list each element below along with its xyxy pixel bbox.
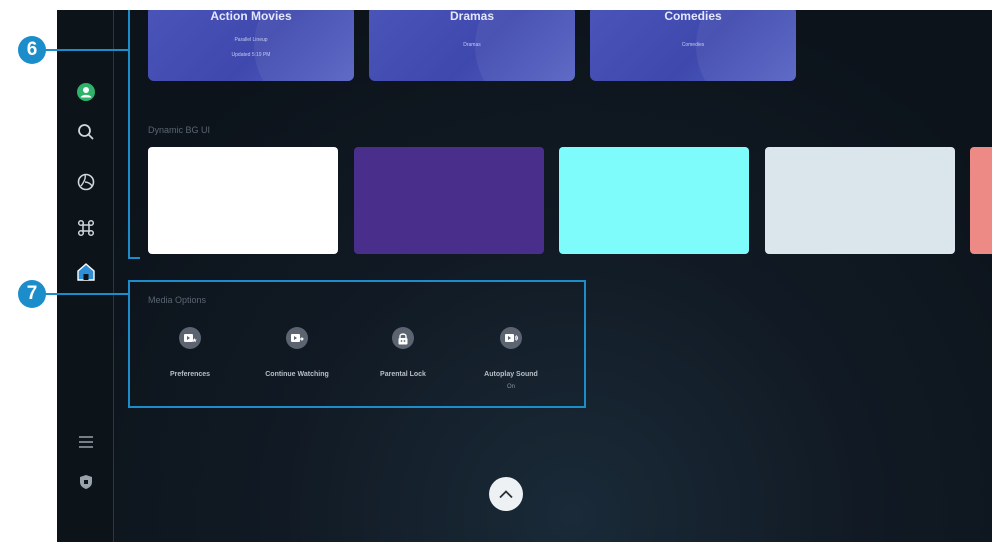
category-title: Action Movies — [210, 10, 292, 23]
search-icon[interactable] — [76, 122, 96, 142]
category-card-dramas[interactable]: Dramas Dramas — [369, 10, 575, 81]
menu-icon[interactable] — [76, 432, 96, 452]
callout-badge-7: 7 — [18, 280, 46, 308]
scroll-up-button[interactable] — [489, 477, 523, 511]
category-subtitle: Comedies — [681, 42, 705, 48]
category-card-action-movies[interactable]: Action Movies Parallel Lineup Updated 5:… — [148, 10, 354, 81]
bg-swatch-white[interactable] — [148, 147, 338, 254]
bg-swatch-purple[interactable] — [354, 147, 544, 254]
category-subtitle: Parallel Lineup — [234, 37, 268, 43]
callout-badge-6: 6 — [18, 36, 46, 64]
apps-icon[interactable] — [76, 218, 96, 238]
category-title: Dramas — [449, 10, 495, 23]
category-subtitle: Dramas — [463, 42, 481, 48]
bg-swatch-light-gray[interactable] — [765, 147, 955, 254]
bg-swatch-salmon[interactable] — [970, 147, 992, 254]
category-card-comedies[interactable]: Comedies Comedies — [590, 10, 796, 81]
callout-6-bracket-line — [128, 10, 130, 259]
callout-6-bracket-foot — [128, 257, 140, 259]
callout-7-leader — [42, 293, 130, 295]
category-title: Comedies — [664, 10, 722, 23]
chevron-up-icon — [499, 490, 513, 499]
home-icon[interactable] — [76, 262, 96, 282]
profile-icon[interactable] — [76, 82, 96, 102]
ambient-icon[interactable] — [76, 172, 96, 192]
bg-swatch-cyan[interactable] — [559, 147, 749, 254]
dynamic-bg-label: Dynamic BG UI — [148, 125, 211, 135]
category-updated: Updated 5:19 PM — [231, 52, 271, 58]
callout-6-leader — [42, 49, 128, 51]
callout-7-highlight-box — [128, 280, 586, 408]
sidebar — [57, 10, 114, 542]
shield-icon[interactable] — [76, 472, 96, 492]
tv-screen: Action Movies Parallel Lineup Updated 5:… — [57, 10, 992, 542]
